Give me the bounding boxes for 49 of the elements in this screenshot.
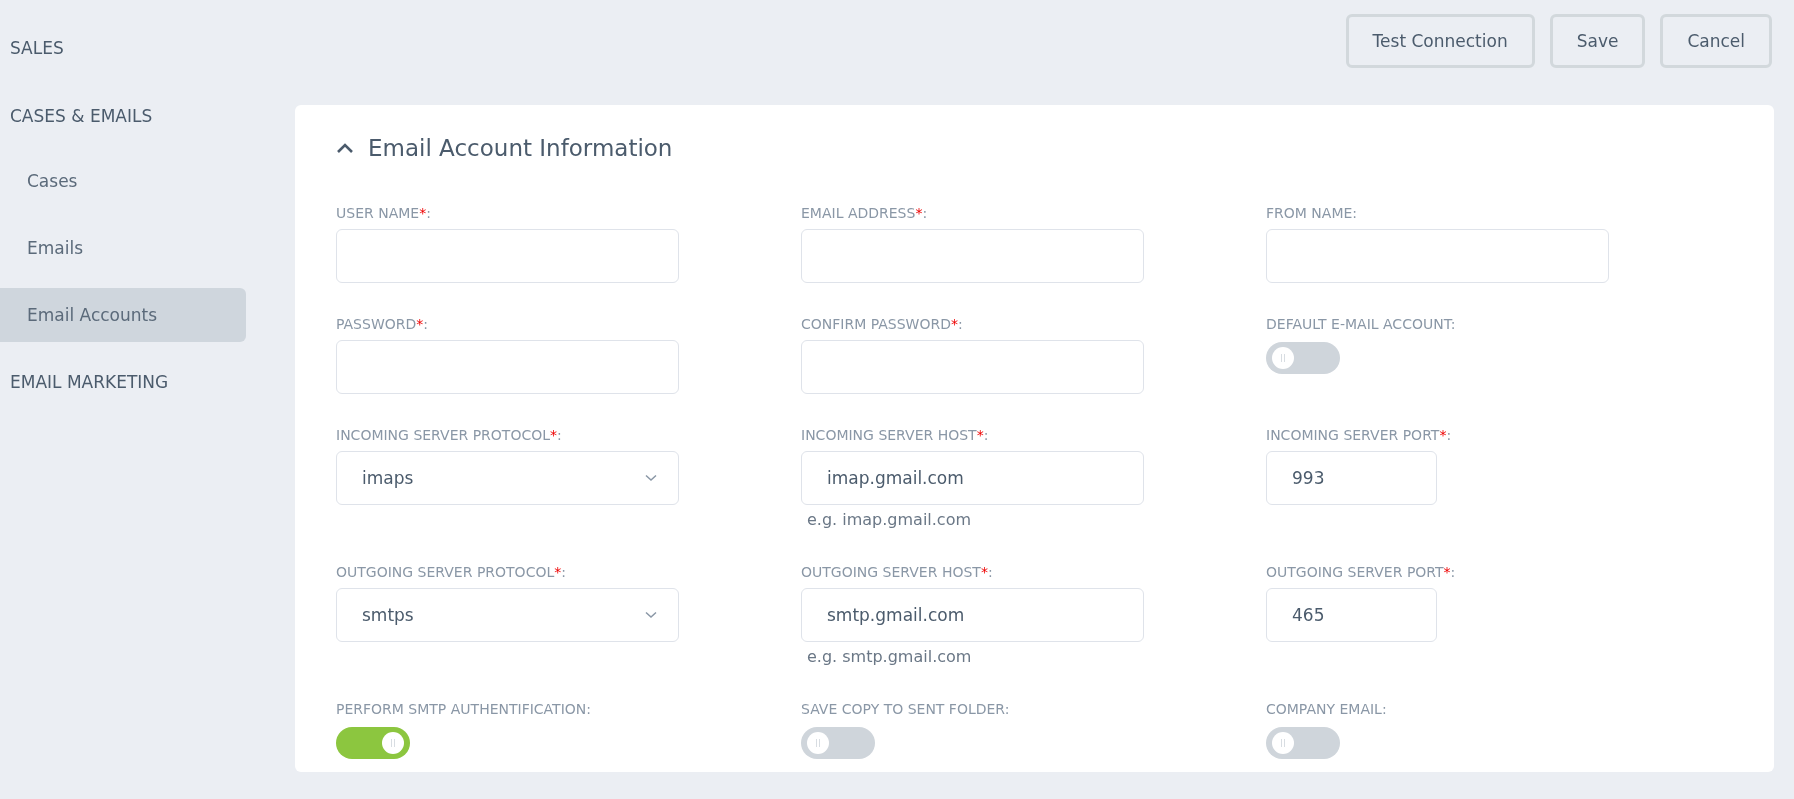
- hint-text: e.g. imap.gmail.com: [807, 509, 972, 531]
- field-label: INCOMING SERVER HOST*:: [801, 426, 989, 445]
- field-label: COMPANY EMAIL:: [1266, 700, 1387, 719]
- hint-text: e.g. smtp.gmail.com: [807, 646, 972, 668]
- input-field[interactable]: [336, 229, 679, 283]
- field-label: DEFAULT E-MAIL ACCOUNT:: [1266, 315, 1456, 334]
- input-field[interactable]: imap.gmail.com: [801, 451, 1144, 505]
- input-field[interactable]: [801, 229, 1144, 283]
- sidebar-section[interactable]: CASES & EMAILS: [0, 104, 246, 128]
- grip-icon: [390, 739, 396, 747]
- toggle-switch[interactable]: [336, 727, 410, 759]
- field-label: PERFORM SMTP AUTHENTIFICATION:: [336, 700, 591, 719]
- toggle-switch[interactable]: [1266, 342, 1340, 374]
- field-label: OUTGOING SERVER HOST*:: [801, 563, 993, 582]
- input-field[interactable]: 993: [1266, 451, 1437, 505]
- dropdown[interactable]: smtps: [336, 588, 679, 642]
- input-field[interactable]: [1266, 229, 1609, 283]
- toolbar-button[interactable]: Test Connection: [1345, 14, 1535, 68]
- field-label: EMAIL ADDRESS*:: [801, 204, 928, 223]
- sidebar-item[interactable]: Emails: [0, 221, 246, 275]
- toggle-switch[interactable]: [1266, 727, 1340, 759]
- input-field[interactable]: [801, 340, 1144, 394]
- field-label: SAVE COPY TO SENT FOLDER:: [801, 700, 1010, 719]
- input-field[interactable]: 465: [1266, 588, 1437, 642]
- field-label: INCOMING SERVER PORT*:: [1266, 426, 1452, 445]
- field-label: CONFIRM PASSWORD*:: [801, 315, 963, 334]
- field-label: FROM NAME:: [1266, 204, 1358, 223]
- sidebar-section[interactable]: EMAIL MARKETING: [0, 370, 246, 394]
- grip-icon: [1280, 354, 1286, 362]
- field-label: PASSWORD*:: [336, 315, 428, 334]
- sidebar-section[interactable]: SALES: [0, 36, 246, 60]
- input-field[interactable]: smtp.gmail.com: [801, 588, 1144, 642]
- chevron-down-icon: [645, 611, 657, 619]
- toolbar-button[interactable]: Cancel: [1660, 14, 1772, 68]
- sidebar-item[interactable]: Cases: [0, 154, 246, 208]
- field-label: INCOMING SERVER PROTOCOL*:: [336, 426, 562, 445]
- chevron-down-icon: [645, 474, 657, 482]
- field-label: OUTGOING SERVER PORT*:: [1266, 563, 1456, 582]
- grip-icon: [815, 739, 821, 747]
- grip-icon: [1280, 739, 1286, 747]
- toggle-switch[interactable]: [801, 727, 875, 759]
- input-field[interactable]: [336, 340, 679, 394]
- chevron-up-icon[interactable]: [336, 142, 354, 154]
- dropdown[interactable]: imaps: [336, 451, 679, 505]
- section-title: Email Account Information: [368, 135, 673, 161]
- field-label: USER NAME*:: [336, 204, 431, 223]
- toolbar-button[interactable]: Save: [1549, 14, 1646, 68]
- field-label: OUTGOING SERVER PROTOCOL*:: [336, 563, 566, 582]
- sidebar-item[interactable]: Email Accounts: [0, 288, 246, 342]
